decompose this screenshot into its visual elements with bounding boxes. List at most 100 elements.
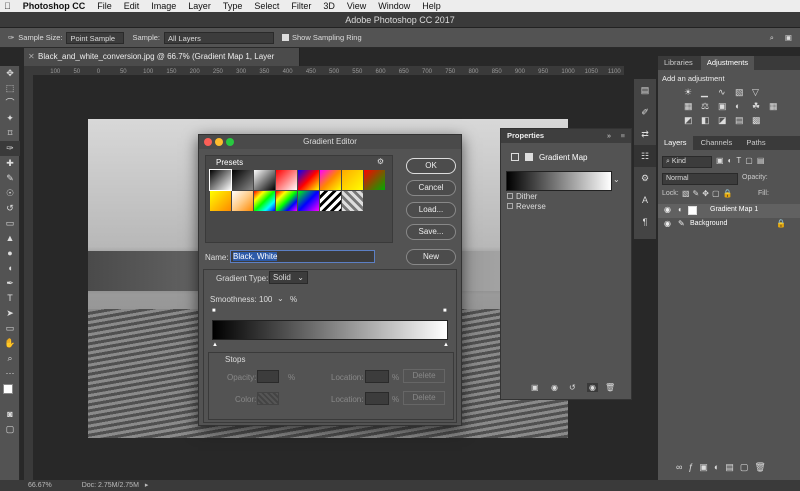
opacity-location-field[interactable] <box>365 370 389 383</box>
visibility-icon[interactable]: ◉ <box>587 383 598 392</box>
foreground-color[interactable] <box>3 384 13 394</box>
gradient-name-field[interactable]: Black, White <box>230 250 375 263</box>
zoom-tool-icon[interactable]: ⌕ <box>0 351 20 366</box>
new-button[interactable]: New <box>406 249 456 265</box>
sample-select[interactable]: All Layers <box>164 31 274 44</box>
sample-size-select[interactable]: Point Sample <box>66 31 125 44</box>
status-arrow-icon[interactable]: ▸ <box>145 482 149 489</box>
paragraph-icon[interactable]: ¶ <box>634 211 656 233</box>
eyedropper-tool-icon[interactable]: ✑ <box>0 141 20 156</box>
workspace-icon[interactable]: ▣ <box>785 33 792 42</box>
opacity-stop-right-icon[interactable]: ■ <box>443 308 447 314</box>
channel-mixer-icon[interactable]: ☘ <box>752 101 766 112</box>
curves-icon[interactable]: ∿ <box>718 87 732 98</box>
gear-icon[interactable]: ⚙ <box>377 157 384 166</box>
eye-icon[interactable]: ◉ <box>664 205 671 214</box>
document-tab[interactable]: ✕ Black_and_white_conversion.jpg @ 66.7%… <box>24 48 300 79</box>
menu-filter[interactable]: Filter <box>291 1 311 11</box>
menu-file[interactable]: File <box>97 1 112 11</box>
marquee-tool-icon[interactable]: ⬚ <box>0 81 20 96</box>
brush-tool-icon[interactable]: ✎ <box>0 171 20 186</box>
screen-mode-icon[interactable]: ▢ <box>0 422 20 437</box>
type-tool-icon[interactable]: T <box>0 291 20 306</box>
eraser-tool-icon[interactable]: ▭ <box>0 216 20 231</box>
eye-icon[interactable]: ◉ <box>664 219 671 228</box>
color-stop-right-icon[interactable]: ▲ <box>443 342 449 348</box>
preset-swatch[interactable] <box>209 169 232 191</box>
preset-swatch[interactable] <box>210 191 231 211</box>
lock-icons[interactable]: ▧✎✥▢🔒 <box>682 189 735 198</box>
lasso-tool-icon[interactable]: ⌒ <box>0 96 20 111</box>
search-icon[interactable]: ⌕ <box>770 33 774 43</box>
quick-select-tool-icon[interactable]: ✦ <box>0 111 20 126</box>
tab-layers[interactable]: Layers <box>658 136 693 150</box>
preset-swatch[interactable] <box>276 191 297 211</box>
delete-color-stop-button[interactable]: Delete <box>403 391 445 405</box>
smoothness-stepper-icon[interactable]: ⌄ <box>277 294 284 303</box>
apple-icon[interactable]:  <box>4 1 11 11</box>
posterize-icon[interactable]: ◧ <box>701 115 715 126</box>
eyedropper-icon[interactable]: ✑ <box>8 33 14 42</box>
history-brush-icon[interactable]: ↺ <box>0 201 20 216</box>
preset-swatch[interactable] <box>320 170 341 190</box>
layer-mask-thumbnail[interactable] <box>688 206 697 215</box>
preset-swatch[interactable] <box>276 170 297 190</box>
menu-type[interactable]: Type <box>223 1 243 11</box>
menu-view[interactable]: View <box>347 1 366 11</box>
view-previous-icon[interactable]: ◉ <box>551 383 558 392</box>
layer-row-background[interactable]: ◉ ✎ Background 🔒 <box>658 218 800 232</box>
gradient-dropdown-chevron-icon[interactable]: ⌄ <box>613 175 620 184</box>
preset-swatch[interactable] <box>364 170 385 190</box>
layers-footer-icons[interactable]: ∞ƒ▣◐▤▢🗑 <box>676 462 772 473</box>
threshold-icon[interactable]: ◪ <box>718 115 732 126</box>
color-lookup-icon[interactable]: ▦ <box>769 101 783 112</box>
adjustment-icon[interactable] <box>511 153 519 161</box>
shape-tool-icon[interactable]: ▭ <box>0 321 20 336</box>
tab-adjustments[interactable]: Adjustments <box>700 56 755 70</box>
close-window-icon[interactable] <box>204 138 212 146</box>
preset-swatch[interactable] <box>232 191 253 211</box>
preset-swatch[interactable] <box>254 170 275 190</box>
character-icon[interactable]: A <box>634 189 656 211</box>
tab-libraries[interactable]: Libraries <box>658 56 699 70</box>
blend-mode-select[interactable]: Normal <box>662 173 738 185</box>
quick-mask-icon[interactable]: ◙ <box>0 407 20 422</box>
gradient-map-preview[interactable] <box>506 171 612 191</box>
preset-swatch[interactable] <box>298 191 319 211</box>
crop-tool-icon[interactable]: ⌑ <box>0 126 20 141</box>
preset-swatch[interactable] <box>342 170 363 190</box>
preset-swatch[interactable] <box>254 191 275 211</box>
menu-help[interactable]: Help <box>422 1 441 11</box>
kind-filter[interactable]: ⌕ Kind <box>662 156 712 168</box>
exposure-icon[interactable]: ▧ <box>735 87 749 98</box>
app-menu[interactable]: Photoshop CC <box>23 1 86 11</box>
color-balance-icon[interactable]: ⚖ <box>701 101 715 112</box>
reset-icon[interactable]: ↺ <box>569 383 576 392</box>
smoothness-value[interactable]: 100 <box>259 295 272 304</box>
pen-tool-icon[interactable]: ✒ <box>0 276 20 291</box>
properties-icon[interactable]: ☷ <box>634 145 656 167</box>
layer-row-gradient-map[interactable]: ◉ ◐ Gradient Map 1 <box>658 204 800 218</box>
preset-swatch[interactable] <box>232 170 253 190</box>
dodge-tool-icon[interactable]: ◖ <box>0 261 20 276</box>
filter-icons[interactable]: ▣◐T▢▤ <box>716 156 768 165</box>
color-location-field[interactable] <box>365 392 389 405</box>
color-stop-left-icon[interactable]: ▲ <box>212 342 218 348</box>
color-swatches[interactable] <box>0 381 19 407</box>
gradient-preview-bar[interactable] <box>212 320 448 340</box>
brightness-icon[interactable]: ☀ <box>684 87 698 98</box>
paint-bucket-icon[interactable]: ▲ <box>0 231 20 246</box>
collapse-icon[interactable]: » <box>607 129 611 143</box>
move-tool-icon[interactable]: ✥ <box>0 66 20 81</box>
more-tools-icon[interactable]: ⋯ <box>0 366 20 381</box>
mask-icon[interactable] <box>525 153 533 161</box>
history-icon[interactable]: ▤ <box>634 79 656 101</box>
stamp-tool-icon[interactable]: ☉ <box>0 186 20 201</box>
clone-source-icon[interactable]: ⇄ <box>634 123 656 145</box>
menu-image[interactable]: Image <box>151 1 176 11</box>
preset-swatch[interactable] <box>320 191 341 211</box>
menu-edit[interactable]: Edit <box>124 1 140 11</box>
clip-to-layer-icon[interactable]: ▣ <box>531 383 539 392</box>
black-white-icon[interactable]: ▣ <box>718 101 732 112</box>
hue-sat-icon[interactable]: ▦ <box>684 101 698 112</box>
